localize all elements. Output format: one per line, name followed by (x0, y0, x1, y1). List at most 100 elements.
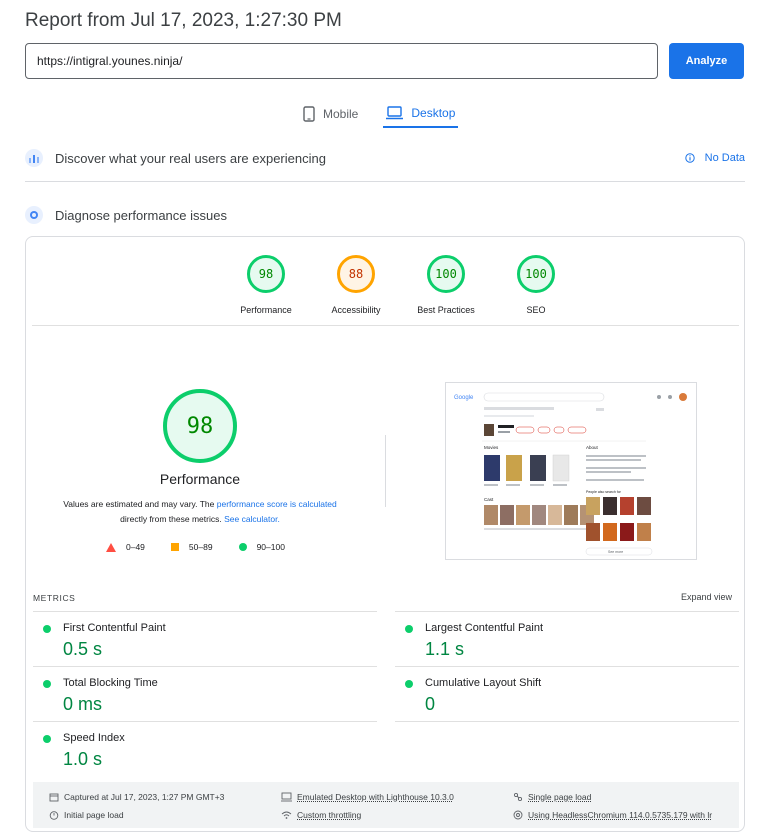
legend-range: 90–100 (256, 542, 285, 552)
gauge-score: 100 (427, 255, 465, 293)
metric-title: First Contentful Paint (63, 622, 166, 634)
captured-at: Captured at Jul 17, 2023, 1:27 PM GMT+3 (49, 792, 224, 802)
gauge-score: 88 (337, 255, 375, 293)
tab-desktop-label: Desktop (411, 106, 456, 120)
thumb-see-more: See more (608, 550, 623, 554)
legend-range: 50–89 (188, 542, 213, 552)
metrics-header: METRICS (33, 593, 76, 603)
metric-cls: Cumulative Layout Shift 0 (395, 666, 739, 721)
mobile-icon (303, 106, 315, 122)
metric-lcp: Largest Contentful Paint 1.1 s (395, 611, 739, 666)
gauge-label: Best Practices (417, 305, 475, 315)
field-data-text: Discover what your real users are experi… (55, 150, 326, 166)
gauge-best-practices[interactable]: 100 Best Practices (401, 255, 491, 315)
runtime-settings: Captured at Jul 17, 2023, 1:27 PM GMT+3 … (33, 782, 739, 828)
single-page-load[interactable]: Single page load (513, 792, 591, 802)
report-title: Report from Jul 17, 2023, 1:27:30 PM (25, 10, 342, 31)
pass-indicator-icon (405, 680, 413, 688)
url-input[interactable] (25, 43, 658, 79)
browser-version[interactable]: Using HeadlessChromium 114.0.5735.179 wi… (513, 810, 712, 820)
tab-desktop[interactable]: Desktop (383, 100, 459, 128)
gauges-divider (32, 325, 739, 326)
final-screenshot[interactable]: Google Movies Cast About People also sea… (445, 382, 697, 560)
browser-version-text: Using HeadlessChromium 114.0.5735.179 wi… (528, 810, 713, 820)
initial-page-load-text: Initial page load (64, 810, 124, 820)
captured-at-text: Captured at Jul 17, 2023, 1:27 PM GMT+3 (64, 792, 225, 802)
section-divider (25, 181, 745, 182)
lab-diagnose-icon (25, 206, 43, 224)
screenshot-thumbnail: Google Movies Cast About People also sea… (454, 392, 687, 556)
metric-value: 0 ms (63, 694, 103, 714)
metric-value: 1.1 s (425, 639, 465, 659)
desktop-icon (386, 106, 404, 120)
note-text: Values are estimated and may vary. The (63, 499, 217, 509)
thumb-related: People also search for (586, 490, 622, 494)
metric-value: 0 (425, 694, 436, 714)
metric-title: Total Blocking Time (63, 677, 158, 689)
metric-value: 0.5 s (63, 639, 103, 659)
chrome-icon (513, 810, 523, 820)
thumb-about: About (586, 445, 599, 450)
info-icon (684, 153, 695, 163)
gauge-label: Performance (240, 305, 292, 315)
expand-view-toggle[interactable]: Expand view (681, 592, 732, 602)
emulated-device[interactable]: Emulated Desktop with Lighthouse 10.3.0 (281, 792, 454, 802)
throttling-text: Custom throttling (297, 810, 362, 820)
no-data-status[interactable]: No Data (684, 152, 745, 164)
thumb-cast: Cast (484, 497, 494, 502)
performance-score-gauge: 98 (163, 389, 237, 463)
users-icon (25, 149, 43, 167)
thumb-movies: Movies (484, 445, 499, 450)
category-gauges: 98 Performance 88 Accessibility 100 Best… (221, 255, 581, 315)
pass-indicator-icon (43, 625, 51, 633)
metric-value: 1.0 s (63, 749, 103, 769)
metric-title: Largest Contentful Paint (425, 622, 544, 634)
score-note: Values are estimated and may vary. The p… (46, 497, 354, 527)
gauge-label: Accessibility (331, 305, 381, 315)
throttling[interactable]: Custom throttling (281, 810, 361, 820)
lighthouse-report-card: 98 Performance 88 Accessibility 100 Best… (25, 236, 745, 832)
gauge-score: 98 (247, 255, 285, 293)
pass-indicator-icon (43, 680, 51, 688)
triangle-icon (106, 542, 116, 552)
gauge-performance[interactable]: 98 Performance (221, 255, 311, 315)
no-data-label: No Data (704, 152, 745, 164)
calendar-icon (49, 793, 59, 802)
legend-pass: 90–100 (238, 542, 285, 552)
metric-fcp: First Contentful Paint 0.5 s (33, 611, 377, 666)
gauge-accessibility[interactable]: 88 Accessibility (311, 255, 401, 315)
timer-icon (49, 811, 59, 820)
legend-range: 0–49 (126, 542, 145, 552)
legend-fail: 0–49 (106, 542, 145, 552)
initial-page-load: Initial page load (49, 810, 124, 820)
nodes-icon (513, 792, 523, 802)
gauge-label: SEO (526, 305, 546, 315)
circle-icon (238, 543, 247, 551)
metric-row-divider (395, 721, 739, 722)
gauge-score: 100 (517, 255, 555, 293)
metric-title: Cumulative Layout Shift (425, 677, 542, 689)
pass-indicator-icon (43, 735, 51, 743)
lab-data-text: Diagnose performance issues (55, 207, 227, 223)
note-text-2: directly from these metrics. (120, 514, 225, 524)
metric-si: Speed Index 1.0 s (33, 721, 377, 776)
metric-title: Speed Index (63, 732, 125, 744)
gauge-seo[interactable]: 100 SEO (491, 255, 581, 315)
single-page-load-text: Single page load (528, 792, 592, 802)
legend-average: 50–89 (170, 542, 213, 552)
wifi-icon (281, 811, 292, 819)
pass-indicator-icon (405, 625, 413, 633)
emulated-device-text: Emulated Desktop with Lighthouse 10.3.0 (297, 792, 454, 802)
analyze-button[interactable]: Analyze (669, 43, 744, 79)
score-calculated-link[interactable]: performance score is calculated (217, 499, 337, 509)
score-separator (385, 435, 386, 507)
see-calculator-link[interactable]: See calculator. (224, 514, 280, 524)
lab-data-section: Diagnose performance issues (25, 200, 745, 230)
metric-tbt: Total Blocking Time 0 ms (33, 666, 377, 721)
performance-score-label: Performance (159, 471, 241, 487)
thumb-logo: Google (454, 395, 474, 401)
tab-mobile-label: Mobile (323, 107, 359, 121)
score-legend: 0–49 50–89 90–100 (106, 542, 285, 552)
tab-mobile[interactable]: Mobile (300, 100, 361, 128)
field-data-section[interactable]: Discover what your real users are experi… (25, 143, 745, 173)
